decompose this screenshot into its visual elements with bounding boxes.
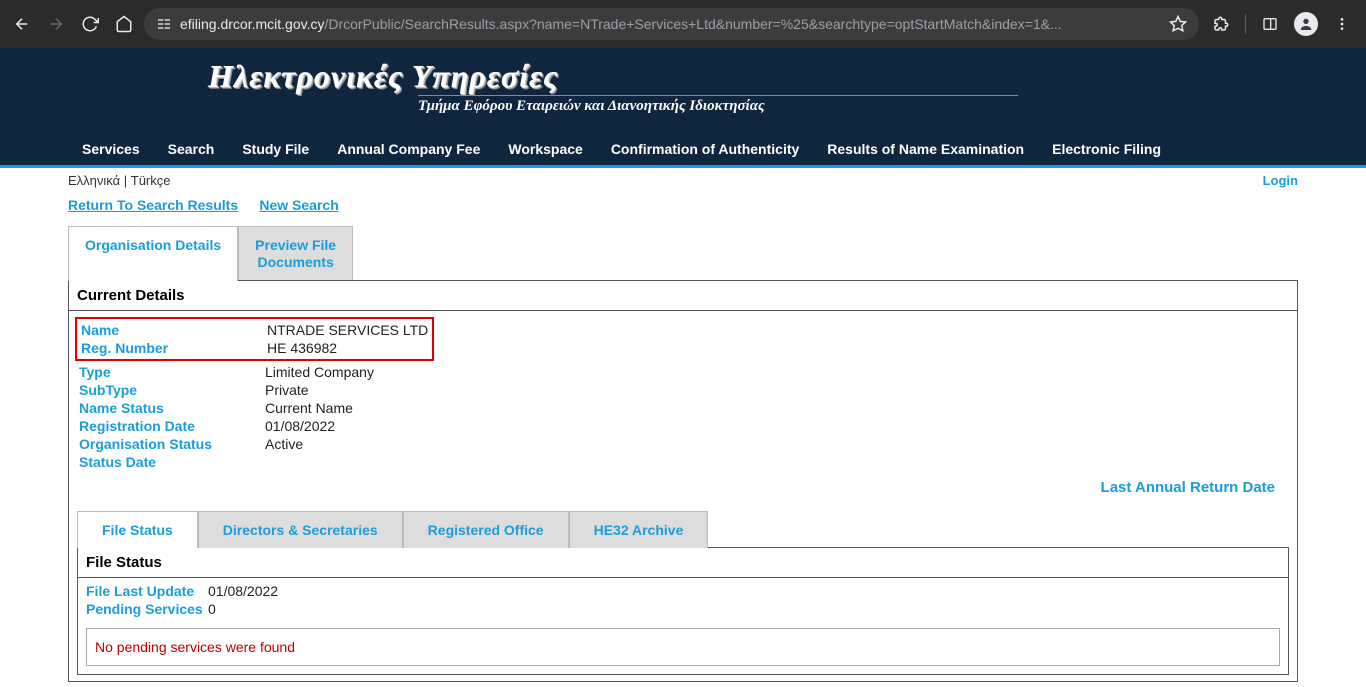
return-to-results-link[interactable]: Return To Search Results <box>68 197 238 213</box>
panel-icon <box>1262 16 1278 32</box>
profile-button[interactable] <box>1290 8 1322 40</box>
current-details-title: Current Details <box>69 281 1297 311</box>
nav-authenticity[interactable]: Confirmation of Authenticity <box>597 133 813 165</box>
sub-tabs: File Status Directors & Secretaries Regi… <box>77 510 1289 547</box>
panel-button[interactable] <box>1254 8 1286 40</box>
reload-icon <box>81 15 99 33</box>
detail-row-regnumber: Reg. Number ΗΕ 436982 <box>81 339 428 357</box>
detail-row-regdate: Registration Date01/08/2022 <box>79 417 1287 435</box>
detail-label: Name <box>81 322 267 338</box>
organisation-panel: Current Details Name NTRADE SERVICES LTD… <box>68 280 1298 682</box>
nav-electronic-filing[interactable]: Electronic Filing <box>1038 133 1175 165</box>
dots-vertical-icon <box>1334 16 1350 32</box>
forward-button[interactable] <box>42 10 70 38</box>
nav-services[interactable]: Services <box>68 133 154 165</box>
detail-value: NTRADE SERVICES LTD <box>267 322 428 338</box>
detail-row-type: TypeLimited Company <box>79 363 1287 381</box>
last-annual-return-wrap: Last Annual Return Date <box>69 473 1297 502</box>
sub-row-last-update: File Last Update01/08/2022 <box>86 582 1280 600</box>
divider <box>1245 14 1246 34</box>
nav-study-file[interactable]: Study File <box>228 133 323 165</box>
extensions-button[interactable] <box>1205 8 1237 40</box>
subtab-directors[interactable]: Directors & Secretaries <box>198 511 403 548</box>
main-nav: Services Search Study File Annual Compan… <box>0 133 1366 168</box>
detail-row-statusdate: Status Date <box>79 453 1287 471</box>
tab-preview-documents[interactable]: Preview File Documents <box>238 226 353 281</box>
url-text: efiling.drcor.mcit.gov.cy/DrcorPublic/Se… <box>180 16 1161 32</box>
more-details: TypeLimited Company SubTypePrivate Name … <box>75 361 1291 473</box>
arrow-right-icon <box>47 15 65 33</box>
language-bar: Ελληνικά | Türkçe Login <box>68 168 1298 193</box>
highlighted-details: Name NTRADE SERVICES LTD Reg. Number ΗΕ … <box>75 317 434 361</box>
nav-name-exam[interactable]: Results of Name Examination <box>813 133 1038 165</box>
site-title: Ηλεκτρονικές Υπηρεσίες <box>208 58 1298 95</box>
detail-value: ΗΕ 436982 <box>267 340 337 356</box>
home-icon <box>115 15 133 33</box>
page-header: Ηλεκτρονικές Υπηρεσίες Τμήμα Εφόρου Εται… <box>0 48 1366 168</box>
puzzle-icon <box>1212 15 1230 33</box>
arrow-left-icon <box>13 15 31 33</box>
avatar-icon <box>1294 12 1318 36</box>
subtab-he32-archive[interactable]: HE32 Archive <box>569 511 709 548</box>
no-pending-text: No pending services were found <box>95 639 295 655</box>
file-status-panel: File Status File Last Update01/08/2022 P… <box>77 547 1289 675</box>
pending-services-box: No pending services were found <box>86 628 1280 666</box>
file-status-title: File Status <box>78 548 1288 578</box>
lang-sep: | <box>120 173 131 188</box>
site-subtitle: Τμήμα Εφόρου Εταιρειών και Διανοητικής Ι… <box>418 95 1018 115</box>
star-icon[interactable] <box>1169 15 1187 33</box>
menu-button[interactable] <box>1326 8 1358 40</box>
nav-search[interactable]: Search <box>154 133 229 165</box>
top-tabs: Organisation Details Preview File Docume… <box>68 225 1298 280</box>
address-bar[interactable]: efiling.drcor.mcit.gov.cy/DrcorPublic/Se… <box>144 8 1199 40</box>
site-settings-icon[interactable] <box>156 16 172 32</box>
detail-label: Reg. Number <box>81 340 267 356</box>
reload-button[interactable] <box>76 10 104 38</box>
tab-organisation-details[interactable]: Organisation Details <box>68 226 238 281</box>
subtab-file-status[interactable]: File Status <box>77 511 198 548</box>
detail-row-namestatus: Name StatusCurrent Name <box>79 399 1287 417</box>
login-link[interactable]: Login <box>1263 173 1298 188</box>
detail-row-subtype: SubTypePrivate <box>79 381 1287 399</box>
new-search-link[interactable]: New Search <box>259 197 338 213</box>
back-button[interactable] <box>8 10 36 38</box>
subtab-registered-office[interactable]: Registered Office <box>403 511 569 548</box>
browser-toolbar: efiling.drcor.mcit.gov.cy/DrcorPublic/Se… <box>0 0 1366 48</box>
home-button[interactable] <box>110 10 138 38</box>
sub-row-pending: Pending Services0 <box>86 600 1280 618</box>
search-links: Return To Search Results New Search <box>68 193 1298 225</box>
nav-workspace[interactable]: Workspace <box>494 133 596 165</box>
detail-row-name: Name NTRADE SERVICES LTD <box>81 321 428 339</box>
nav-annual-fee[interactable]: Annual Company Fee <box>323 133 494 165</box>
detail-row-orgstatus: Organisation StatusActive <box>79 435 1287 453</box>
lang-greek[interactable]: Ελληνικά <box>68 173 120 188</box>
lang-turkish[interactable]: Türkçe <box>131 173 171 188</box>
last-annual-return-link[interactable]: Last Annual Return Date <box>1101 479 1275 496</box>
